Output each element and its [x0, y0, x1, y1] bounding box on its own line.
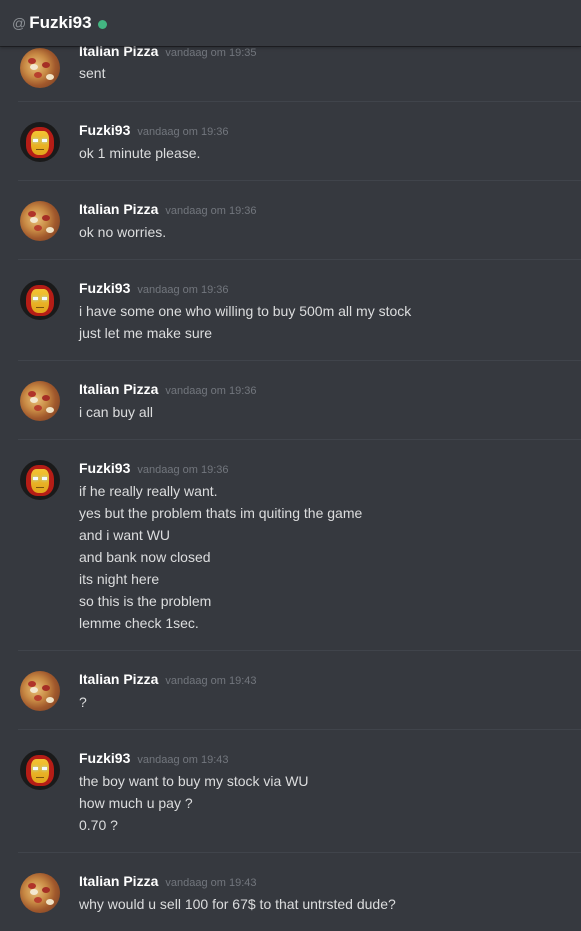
message-divider [18, 650, 581, 651]
timestamp: vandaag om 19:36 [137, 464, 229, 476]
channel-header: @ Fuzki93 [0, 0, 581, 46]
message-divider [18, 360, 581, 361]
at-icon: @ [12, 15, 27, 31]
pizza-avatar[interactable] [20, 381, 60, 421]
message-text: yes but the problem thats im quiting the… [79, 505, 363, 521]
timestamp: vandaag om 19:43 [165, 675, 257, 687]
message-divider [18, 729, 581, 730]
timestamp: vandaag om 19:36 [137, 284, 229, 296]
online-status-icon [97, 19, 107, 29]
timestamp: vandaag om 19:43 [137, 754, 229, 766]
message-text: how much u pay ? [79, 795, 193, 811]
message-text: i have some one who willing to buy 500m … [79, 303, 412, 319]
author-name[interactable]: Fuzki93 vandaag om 19:36 [79, 122, 229, 138]
pizza-avatar[interactable] [20, 671, 60, 711]
message-list[interactable]: Italian Pizza vandaag om 19:35 sent Fuzki… [0, 46, 581, 931]
pizza-avatar[interactable] [20, 48, 60, 88]
timestamp: vandaag om 19:35 [165, 47, 257, 59]
message-text: if he really really want. [79, 483, 218, 499]
message-text: just let me make sure [79, 325, 213, 341]
author-name[interactable]: Italian Pizza vandaag om 19:36 [79, 201, 257, 217]
timestamp: vandaag om 19:43 [165, 877, 257, 889]
author-name[interactable]: Italian Pizza vandaag om 19:43 [79, 671, 257, 687]
message-text: sent [79, 65, 106, 81]
dm-username[interactable]: Fuzki93 [29, 13, 91, 33]
ironman-avatar[interactable] [20, 460, 60, 500]
message-text: ok no worries. [79, 224, 167, 240]
message-divider [18, 259, 581, 260]
timestamp: vandaag om 19:36 [165, 205, 257, 217]
author-name[interactable]: Italian Pizza vandaag om 19:36 [79, 381, 257, 397]
author-name[interactable]: Italian Pizza vandaag om 19:35 [79, 46, 257, 59]
timestamp: vandaag om 19:36 [165, 385, 257, 397]
ironman-avatar[interactable] [20, 750, 60, 790]
author-name[interactable]: Fuzki93 vandaag om 19:36 [79, 460, 229, 476]
message-text: why would u sell 100 for 67$ to that unt… [79, 896, 396, 912]
ironman-avatar[interactable] [20, 280, 60, 320]
pizza-avatar[interactable] [20, 201, 60, 241]
message-text: and i want WU [79, 527, 171, 543]
message-text: so this is the problem [79, 593, 212, 609]
author-name[interactable]: Fuzki93 vandaag om 19:36 [79, 280, 229, 296]
message-text: 0.70 ? [79, 817, 118, 833]
message-divider [18, 101, 581, 102]
message-divider [18, 852, 581, 853]
message-text: i can buy all [79, 404, 153, 420]
timestamp: vandaag om 19:36 [137, 126, 229, 138]
message-text: its night here [79, 571, 160, 587]
message-text: ok 1 minute please. [79, 145, 201, 161]
message-text: the boy want to buy my stock via WU [79, 773, 309, 789]
message-text: and bank now closed [79, 549, 211, 565]
pizza-avatar[interactable] [20, 873, 60, 913]
message-text: lemme check 1sec. [79, 615, 199, 631]
message-divider [18, 180, 581, 181]
message-text: ? [79, 694, 87, 710]
author-name[interactable]: Italian Pizza vandaag om 19:43 [79, 873, 257, 889]
ironman-avatar[interactable] [20, 122, 60, 162]
message-divider [18, 439, 581, 440]
author-name[interactable]: Fuzki93 vandaag om 19:43 [79, 750, 229, 766]
